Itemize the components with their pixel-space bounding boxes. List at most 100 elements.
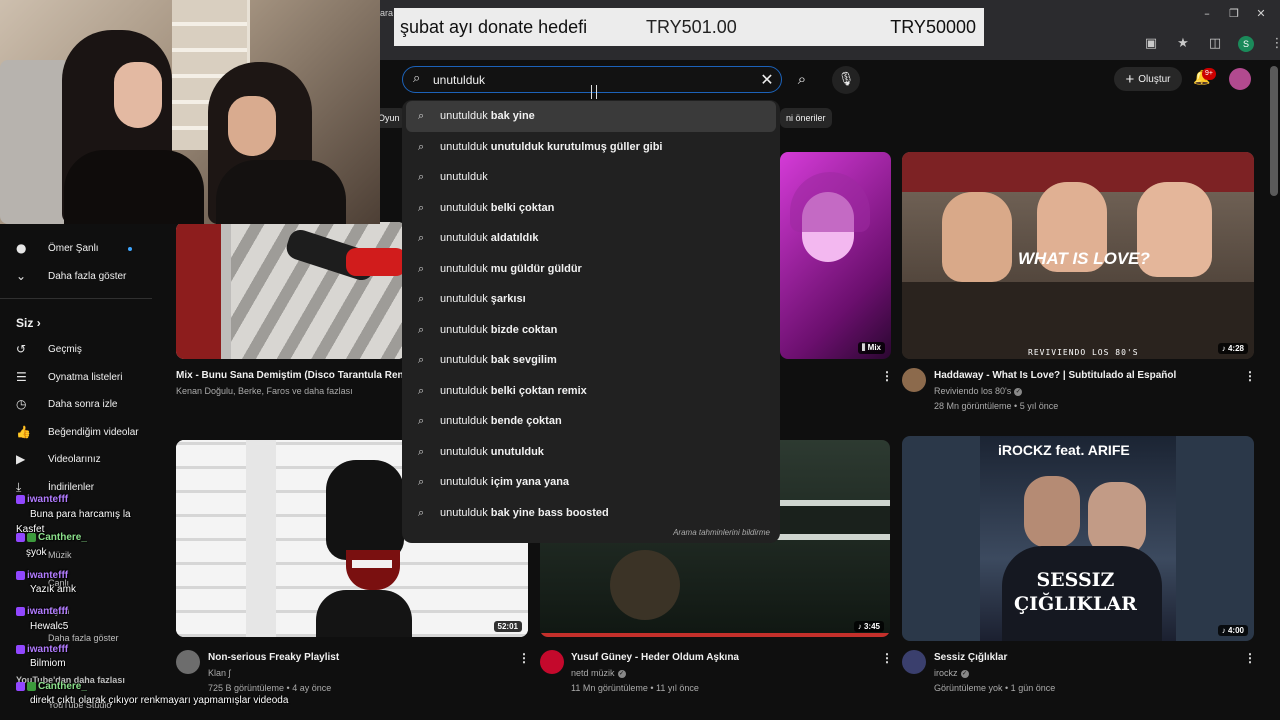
video-menu-icon[interactable]: ⋮ bbox=[881, 651, 893, 665]
search-suggestion[interactable]: ⌕ unutulduk belki çoktan remix bbox=[402, 376, 780, 407]
donation-goal-overlay: şubat ayı donate hedefi TRY501.00 TRY500… bbox=[394, 8, 984, 46]
suggestion-query: unutulduk bbox=[440, 354, 488, 367]
screen: ara – ❐ ✕ ▣ ★ ◫ S ⋮ şubat ayı donate hed… bbox=[0, 0, 1280, 720]
search-button[interactable]: ⌕ bbox=[787, 66, 817, 93]
webcam-chair bbox=[0, 60, 70, 224]
bookmark-star-icon[interactable]: ★ bbox=[1174, 35, 1192, 53]
voice-search-button[interactable]: 🎙 bbox=[832, 66, 860, 94]
sidebar-item-liked[interactable]: 👍 Beğendiğim videolar bbox=[0, 419, 160, 445]
scrollbar-thumb[interactable] bbox=[1270, 66, 1278, 196]
search-suggestion[interactable]: ⌕ unutulduk şarkısı bbox=[402, 284, 780, 315]
channel-name[interactable]: netd müzik ✓ bbox=[571, 668, 626, 678]
tab-fragment[interactable]: ara bbox=[380, 8, 393, 18]
search-suggestion[interactable]: ⌕ unutulduk bende çoktan bbox=[402, 406, 780, 437]
channel-name[interactable]: Reviviendo los 80's ✓ bbox=[934, 386, 1023, 396]
channel-avatar[interactable] bbox=[902, 650, 926, 674]
search-suggestion[interactable]: ⌕ unutulduk unutulduk bbox=[402, 437, 780, 468]
sidebar-item-live[interactable]: Canlı bbox=[48, 578, 69, 588]
suggestion-query: unutulduk bbox=[440, 171, 488, 184]
channel-name[interactable]: irockz ✓ bbox=[934, 668, 969, 678]
suggestion-completion: unutulduk bbox=[487, 445, 544, 458]
search-suggestion[interactable]: ⌕ unutulduk içim yana yana bbox=[402, 467, 780, 498]
sidebar-item-your-videos[interactable]: ▶ Videolarınız bbox=[0, 446, 160, 472]
browser-menu-icon[interactable]: ⋮ bbox=[1268, 35, 1280, 53]
search-icon: ⌕ bbox=[418, 505, 425, 519]
search-suggestion[interactable]: ⌕ unutulduk bak yine bass boosted bbox=[402, 498, 780, 529]
sidebar-show-more[interactable]: ⌄ Daha fazla göster bbox=[0, 263, 160, 289]
video-menu-icon[interactable]: ⋮ bbox=[881, 369, 893, 383]
video-stats: Görüntüleme yok • 1 gün önce bbox=[934, 683, 1056, 693]
cast-icon[interactable]: ▣ bbox=[1142, 35, 1160, 53]
sidebar-item-studio[interactable]: YouTube Studio bbox=[48, 700, 111, 710]
sidebar-item-playlists[interactable]: ☰ Oynatma listeleri bbox=[0, 364, 160, 390]
video-title[interactable]: Non-serious Freaky Playlist bbox=[208, 652, 508, 663]
clear-search-button[interactable]: ✕ bbox=[757, 70, 777, 90]
search-icon: ⌕ bbox=[418, 261, 425, 275]
channel-name[interactable]: Klan ʃ bbox=[208, 668, 231, 678]
video-duration-label: 4:00 bbox=[1227, 626, 1244, 635]
sidebar-item-watch-later[interactable]: ◷ Daha sonra izle bbox=[0, 391, 160, 417]
video-thumbnail-sessiz-ciglik[interactable]: iROCKZ feat. ARIFE SESSIZ ÇIĞLIKLAR ♪ 4:… bbox=[902, 436, 1254, 641]
search-suggestion[interactable]: ⌕ unutulduk bbox=[402, 162, 780, 193]
report-predictions-link[interactable]: Arama tahminlerini bildirme bbox=[673, 528, 770, 537]
video-thumbnail-haddaway[interactable]: WHAT IS LOVE? REVIVIENDO LOS 80'S ♪ 4:28 bbox=[902, 152, 1254, 359]
channel-name-label: Reviviendo los 80's bbox=[934, 386, 1012, 396]
suggestion-text: unutulduk bbox=[440, 171, 488, 183]
search-suggestion[interactable]: ⌕ unutulduk mu güldür güldür bbox=[402, 254, 780, 285]
suggestion-query: unutulduk bbox=[440, 232, 488, 245]
search-suggestion[interactable]: ⌕ unutulduk bak yine bbox=[406, 101, 776, 132]
sidebar-item-gaming[interactable]: Oyun bbox=[48, 606, 70, 616]
video-thumbnail-mix[interactable] bbox=[176, 222, 406, 359]
extensions-icon[interactable]: ◫ bbox=[1206, 35, 1224, 53]
create-button[interactable]: + Oluştur bbox=[1114, 67, 1182, 91]
video-duration-label: 3:45 bbox=[863, 622, 880, 631]
video-duration-label: 4:28 bbox=[1227, 344, 1244, 353]
channel-avatar-netd[interactable] bbox=[540, 650, 564, 674]
search-icon: ⌕ bbox=[418, 475, 425, 489]
sidebar-item-music[interactable]: Müzik bbox=[48, 550, 72, 560]
video-thumbnail-mix-2[interactable]: ⫼ Mix bbox=[780, 152, 891, 359]
video-title[interactable]: Haddaway - What Is Love? | Subtitulado a… bbox=[934, 370, 1244, 381]
sidebar-show-more-2[interactable]: Daha fazla göster bbox=[48, 633, 119, 643]
sidebar-item-downloads[interactable]: ⤓ İndirilenler bbox=[0, 474, 160, 500]
chip-oneriler[interactable]: ni öneriler bbox=[780, 108, 832, 128]
profile-icon[interactable]: S bbox=[1238, 36, 1254, 52]
suggestion-query: unutulduk bbox=[440, 384, 488, 397]
donation-title: şubat ayı donate hedefi bbox=[400, 17, 588, 37]
suggestion-text: unutulduk bak yine bbox=[440, 110, 535, 122]
sidebar-item-subscription[interactable]: ● Ömer Şanlı bbox=[0, 235, 160, 261]
account-avatar[interactable] bbox=[1229, 68, 1251, 90]
search-suggestion[interactable]: ⌕ unutulduk bizde coktan bbox=[402, 315, 780, 346]
video-menu-icon[interactable]: ⋮ bbox=[1244, 651, 1256, 665]
sidebar-item-label: Ömer Şanlı bbox=[48, 242, 99, 254]
search-suggestion[interactable]: ⌕ unutulduk bak sevgilim bbox=[402, 345, 780, 376]
search-suggestion[interactable]: ⌕ unutulduk unutulduk kurutulmuş güller g… bbox=[402, 132, 780, 163]
sidebar-item-history[interactable]: ↺ Geçmiş bbox=[0, 336, 160, 362]
channel-avatar[interactable] bbox=[176, 650, 200, 674]
video-stats: 11 Mn görüntüleme • 11 yıl önce bbox=[571, 683, 699, 693]
search-suggestion[interactable]: ⌕ unutulduk belki çoktan bbox=[402, 193, 780, 224]
suggestion-text: unutulduk aldatıldık bbox=[440, 232, 538, 244]
webcam-person-left-body bbox=[64, 150, 204, 224]
sidebar-you-header[interactable]: Siz › bbox=[16, 316, 41, 330]
video-menu-icon[interactable]: ⋮ bbox=[518, 651, 530, 665]
suggestion-text: unutulduk bak yine bass boosted bbox=[440, 507, 609, 519]
video-title[interactable]: Yusuf Güney - Heder Oldum Aşkına bbox=[571, 652, 871, 663]
video-title[interactable]: Mix - Bunu Sana Demiştim (Disco Tarantul… bbox=[176, 370, 402, 381]
video-stats: 28 Mn görüntüleme • 5 yıl önce bbox=[934, 401, 1059, 411]
suggestion-text: unutulduk unutulduk bbox=[440, 446, 544, 458]
thumbnail-caption-text: REVIVIENDO LOS 80'S bbox=[1028, 348, 1139, 357]
webcam-person-right-body bbox=[216, 160, 346, 224]
video-menu-icon[interactable]: ⋮ bbox=[1244, 369, 1256, 383]
suggestion-query: unutulduk bbox=[440, 415, 488, 428]
close-window-button[interactable]: ✕ bbox=[1250, 6, 1272, 22]
channel-avatar[interactable] bbox=[902, 368, 926, 392]
suggestion-completion: içim yana yana bbox=[487, 476, 570, 489]
restore-button[interactable]: ❐ bbox=[1223, 6, 1245, 22]
suggestion-query: unutulduk bbox=[440, 110, 488, 123]
video-meta: Kenan Doğulu, Berke, Faros ve daha fazla… bbox=[176, 386, 353, 396]
video-title[interactable]: Sessiz Çığlıklar bbox=[934, 652, 1234, 663]
search-suggestion[interactable]: ⌕ unutulduk aldatıldık bbox=[402, 223, 780, 254]
minimize-button[interactable]: – bbox=[1196, 6, 1218, 22]
sidebar-item-label: Beğendiğim videolar bbox=[48, 426, 139, 438]
